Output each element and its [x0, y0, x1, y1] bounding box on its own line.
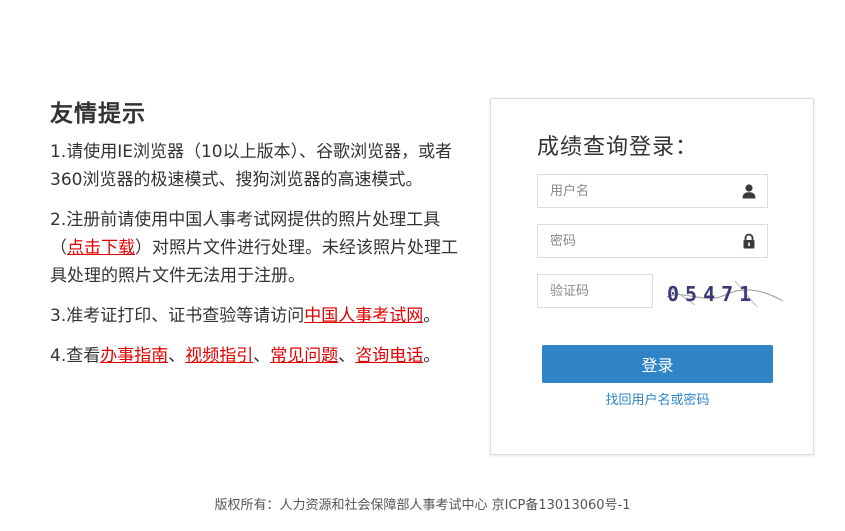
- password-field: [537, 224, 768, 258]
- separator: 、: [253, 346, 271, 366]
- notice-item-2: 2.注册前请使用中国人事考试网提供的照片处理工具（点击下载）对照片文件进行处理。…: [50, 206, 470, 290]
- captcha-field: [537, 274, 653, 308]
- footer-copyright: 版权所有：人力资源和社会保障部人事考试中心 京ICP备13013060号-1: [214, 498, 631, 513]
- notice-item-4-suffix: 。: [423, 346, 441, 366]
- notice-item-3-suffix: 。: [423, 306, 441, 326]
- captcha-text: 05471: [667, 282, 757, 306]
- user-icon: [741, 183, 757, 199]
- notice-item-4: 4.查看办事指南、视频指引、常见问题、咨询电话。: [50, 342, 470, 370]
- cpta-site-link[interactable]: 中国人事考试网: [304, 306, 423, 326]
- contact-phone-link[interactable]: 咨询电话: [355, 346, 423, 366]
- notice-item-3: 3.准考证打印、证书查验等请访问中国人事考试网。: [50, 302, 470, 330]
- forgot-credentials-link[interactable]: 找回用户名或密码: [542, 389, 773, 408]
- captcha-input[interactable]: [538, 275, 650, 307]
- separator: 、: [168, 346, 186, 366]
- password-input[interactable]: [538, 225, 730, 257]
- page: 友情提示 1.请使用IE浏览器（10以上版本）、谷歌浏览器，或者360浏览器的极…: [0, 0, 845, 531]
- notice-item-1-text: 1.请使用IE浏览器（10以上版本）、谷歌浏览器，或者360浏览器的极速模式、搜…: [50, 142, 453, 190]
- video-guide-link[interactable]: 视频指引: [185, 346, 253, 366]
- guide-link[interactable]: 办事指南: [100, 346, 168, 366]
- notice-item-1: 1.请使用IE浏览器（10以上版本）、谷歌浏览器，或者360浏览器的极速模式、搜…: [50, 138, 470, 194]
- notice-title: 友情提示: [50, 101, 146, 127]
- notice-item-3-prefix: 3.准考证打印、证书查验等请访问: [50, 306, 305, 326]
- captcha-image[interactable]: 05471: [665, 275, 785, 311]
- separator: 、: [338, 346, 356, 366]
- login-button[interactable]: 登录: [542, 345, 773, 383]
- username-field: [537, 174, 768, 208]
- download-tool-link[interactable]: 点击下载: [67, 238, 135, 258]
- lock-icon: [741, 233, 757, 249]
- username-input[interactable]: [538, 175, 730, 207]
- notice-panel: 友情提示 1.请使用IE浏览器（10以上版本）、谷歌浏览器，或者360浏览器的极…: [50, 94, 470, 382]
- notice-item-4-prefix: 4.查看: [50, 346, 101, 366]
- login-card: 成绩查询登录： 用户名 验证码 05471 登录 找回用户名或密码: [490, 98, 814, 455]
- login-title: 成绩查询登录：: [537, 135, 699, 160]
- faq-link[interactable]: 常见问题: [270, 346, 338, 366]
